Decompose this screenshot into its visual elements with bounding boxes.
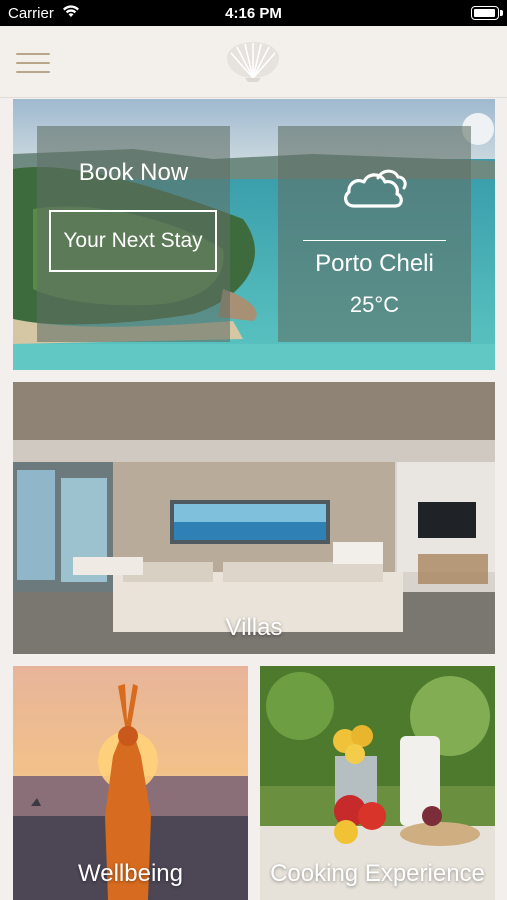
weather-divider xyxy=(303,240,446,241)
book-now-label: Book Now xyxy=(78,159,189,186)
villas-card[interactable]: Villas xyxy=(13,382,495,654)
cooking-label: Cooking Experience xyxy=(270,860,485,887)
villas-label: Villas xyxy=(225,614,283,641)
weather-panel: Porto Cheli 25°C xyxy=(278,126,471,342)
wellbeing-label: Wellbeing xyxy=(78,860,183,887)
hero-card: Book Now Your Next Stay Porto Cheli 25°C xyxy=(13,99,495,370)
clock: 4:16 PM xyxy=(225,5,282,22)
hamburger-menu-icon[interactable] xyxy=(16,53,50,73)
weather-temperature: 25°C xyxy=(349,292,400,317)
your-next-stay-button[interactable]: Your Next Stay xyxy=(49,210,217,272)
cooking-card[interactable]: Cooking Experience xyxy=(260,666,495,900)
weather-city: Porto Cheli xyxy=(315,250,434,277)
status-bar: Carrier 4:16 PM xyxy=(0,0,507,26)
battery-icon xyxy=(471,6,499,20)
shell-logo-icon[interactable] xyxy=(223,38,283,82)
wellbeing-card[interactable]: Wellbeing xyxy=(13,666,248,900)
book-panel: Book Now Your Next Stay xyxy=(37,126,230,342)
cloud-icon xyxy=(343,169,407,208)
app-header xyxy=(0,26,507,98)
battery-cap xyxy=(500,10,503,16)
